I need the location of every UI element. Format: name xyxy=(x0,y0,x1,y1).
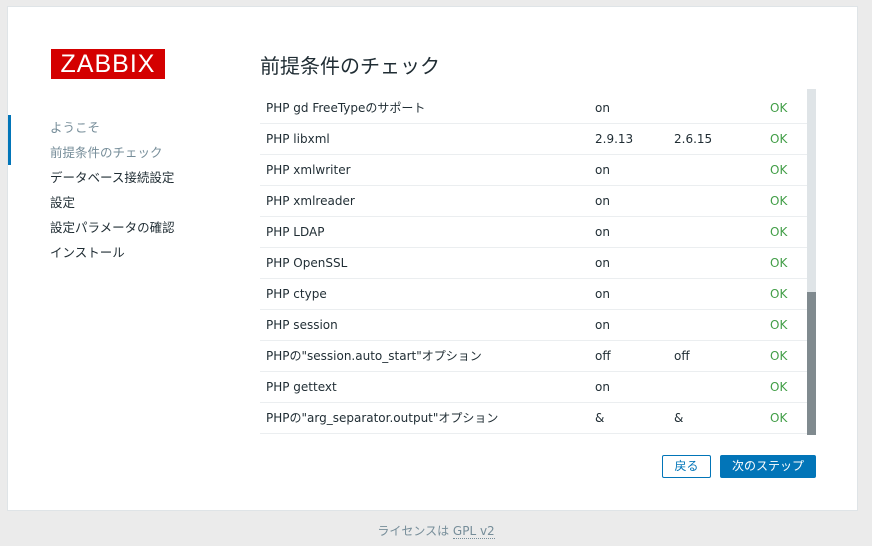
requirement-name: PHP LDAP xyxy=(266,225,325,239)
check-result: OK xyxy=(770,411,788,425)
requirement-name: PHP ctype xyxy=(266,287,327,301)
step-prerequisites: 前提条件のチェック xyxy=(8,115,175,165)
zabbix-logo: ZABBIX xyxy=(51,49,165,79)
table-row: PHPの"session.auto_start"オプション off off OK xyxy=(260,341,807,372)
requirement-name: PHP OpenSSL xyxy=(266,256,348,270)
table-row: PHP xmlwriter on OK xyxy=(260,155,807,186)
current-value: off xyxy=(595,349,611,363)
step-welcome: ようこそ xyxy=(50,120,101,135)
required-value: 2.6.15 xyxy=(674,132,713,146)
requirement-name: PHPの"session.auto_start"オプション xyxy=(266,349,482,363)
check-result: OK xyxy=(770,132,788,146)
table-row: PHP gettext on OK xyxy=(260,372,807,403)
check-result: OK xyxy=(770,256,788,270)
step-install: インストール xyxy=(50,245,125,260)
page-title: 前提条件のチェック xyxy=(260,54,440,78)
scrollbar[interactable] xyxy=(807,89,816,435)
requirement-name: PHP xmlreader xyxy=(266,194,355,208)
table-row: PHP ctype on OK xyxy=(260,279,807,310)
back-button[interactable]: 戻る xyxy=(662,455,711,478)
footer: ライセンスは GPL v2 xyxy=(0,522,872,539)
next-step-button[interactable]: 次のステップ xyxy=(720,455,816,478)
check-result: OK xyxy=(770,194,788,208)
current-value: on xyxy=(595,256,610,270)
step-settings: 設定 xyxy=(50,195,76,210)
current-value: on xyxy=(595,318,610,332)
step-summary: 設定パラメータの確認 xyxy=(50,220,175,235)
requirement-name: PHP gd FreeTypeのサポート xyxy=(266,101,426,115)
current-value: on xyxy=(595,101,610,115)
current-value: on xyxy=(595,287,610,301)
table-row: PHPの"arg_separator.output"オプション & & OK xyxy=(260,403,807,434)
current-value: on xyxy=(595,380,610,394)
table-row: PHP xmlreader on OK xyxy=(260,186,807,217)
license-text: ライセンスは xyxy=(377,524,450,538)
check-result: OK xyxy=(770,163,788,177)
current-value: 2.9.13 xyxy=(595,132,634,146)
license-link[interactable]: GPL v2 xyxy=(452,524,495,539)
requirement-name: PHP libxml xyxy=(266,132,330,146)
setup-card: ZABBIX ようこそ 前提条件のチェック データベース接続設定 設定 設定パラ… xyxy=(7,6,858,511)
requirement-name: PHP gettext xyxy=(266,380,337,394)
check-result: OK xyxy=(770,349,788,363)
current-value: on xyxy=(595,163,610,177)
table-row: PHP OpenSSL on OK xyxy=(260,248,807,279)
table-row: PHP LDAP on OK xyxy=(260,217,807,248)
requirement-name: PHP session xyxy=(266,318,338,332)
check-result: OK xyxy=(770,318,788,332)
required-value: & xyxy=(674,411,684,425)
prerequisites-table[interactable]: PHP gd FreeTypeのサポート on OK PHP libxml 2.9.13… xyxy=(260,93,807,435)
check-result: OK xyxy=(770,225,788,239)
current-value: & xyxy=(595,411,605,425)
current-value: on xyxy=(595,225,610,239)
current-value: on xyxy=(595,194,610,208)
scrollbar-thumb[interactable] xyxy=(807,292,816,435)
requirement-name: PHP xmlwriter xyxy=(266,163,351,177)
check-result: OK xyxy=(770,287,788,301)
check-result: OK xyxy=(770,101,788,115)
table-row: PHP session on OK xyxy=(260,310,807,341)
check-result: OK xyxy=(770,380,788,394)
table-row: PHP libxml 2.9.13 2.6.15 OK xyxy=(260,124,807,155)
step-db-connection: データベース接続設定 xyxy=(50,170,175,185)
requirement-name: PHPの"arg_separator.output"オプション xyxy=(266,411,499,425)
setup-steps: ようこそ 前提条件のチェック データベース接続設定 設定 設定パラメータの確認 … xyxy=(8,115,175,265)
required-value: off xyxy=(674,349,690,363)
table-row: PHP gd FreeTypeのサポート on OK xyxy=(260,93,807,124)
